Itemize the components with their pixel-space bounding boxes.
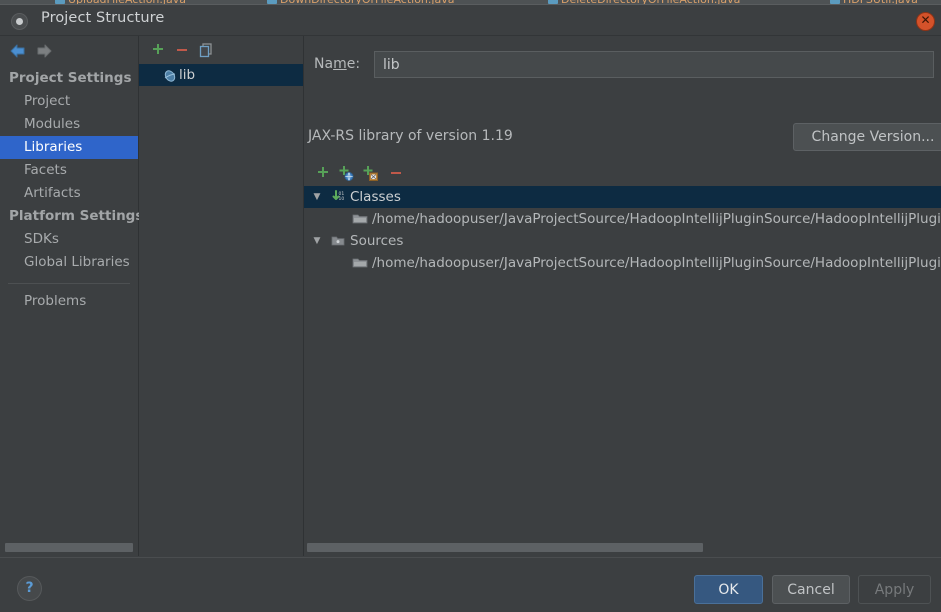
library-item-label: lib bbox=[179, 67, 196, 83]
svg-text:10: 10 bbox=[339, 196, 345, 202]
library-description: JAX-RS library of version 1.19 bbox=[308, 128, 513, 144]
tree-row[interactable]: /home/hadoopuser/JavaProjectSource/Hadoo… bbox=[304, 208, 941, 230]
settings-sidebar: Project Settings Project Modules Librari… bbox=[0, 36, 144, 556]
jar-folder-icon bbox=[352, 211, 368, 227]
ok-button[interactable]: OK bbox=[694, 575, 763, 604]
library-list: lib bbox=[139, 64, 303, 86]
tree-row[interactable]: ▼ Sources bbox=[304, 230, 941, 252]
sidebar-divider bbox=[8, 283, 130, 284]
sidebar-item-sdks[interactable]: SDKs bbox=[0, 228, 138, 251]
sidebar-item-global-libraries[interactable]: Global Libraries bbox=[0, 251, 138, 274]
dialog-titlebar: Project Structure ✕ bbox=[0, 5, 941, 36]
name-label-suffix: e: bbox=[346, 56, 361, 72]
cancel-button[interactable]: Cancel bbox=[772, 575, 850, 604]
tree-row[interactable]: ▼ 01 10 Classes bbox=[304, 186, 941, 208]
sidebar-item-project[interactable]: Project bbox=[0, 90, 138, 113]
sidebar-hscrollbar[interactable] bbox=[0, 540, 137, 554]
tree-row[interactable]: /home/hadoopuser/JavaProjectSource/Hadoo… bbox=[304, 252, 941, 274]
chevron-down-icon[interactable]: ▼ bbox=[310, 186, 324, 208]
add-icon[interactable] bbox=[149, 41, 167, 59]
close-icon[interactable]: ✕ bbox=[916, 12, 935, 31]
sidebar-item-facets[interactable]: Facets bbox=[0, 159, 138, 182]
help-glyph: ? bbox=[25, 580, 34, 596]
name-label: Name: bbox=[314, 56, 360, 72]
tree-hscrollbar-thumb[interactable] bbox=[307, 543, 703, 552]
sidebar-item-problems[interactable]: Problems bbox=[0, 290, 138, 313]
tree-group-label: Classes bbox=[350, 189, 401, 205]
remove-icon[interactable] bbox=[173, 41, 191, 59]
sidebar-group-project-settings: Project Settings bbox=[9, 70, 132, 86]
name-label-mnemonic: m bbox=[333, 56, 347, 72]
list-item[interactable]: lib bbox=[139, 64, 303, 86]
sidebar-group-platform-settings: Platform Settings bbox=[9, 208, 144, 224]
library-icon bbox=[163, 68, 177, 82]
dialog-body: Project Settings Project Modules Librari… bbox=[0, 36, 941, 556]
apply-button: Apply bbox=[858, 575, 931, 604]
tree-hscrollbar[interactable] bbox=[304, 540, 941, 554]
sidebar-item-list: Project Settings Project Modules Librari… bbox=[0, 67, 144, 313]
library-list-toolbar bbox=[139, 36, 303, 64]
name-input[interactable] bbox=[374, 51, 934, 78]
add-globe-icon[interactable] bbox=[337, 164, 355, 182]
classes-icon: 01 10 bbox=[330, 189, 346, 205]
chevron-down-icon[interactable]: ▼ bbox=[310, 230, 324, 252]
sources-folder-icon bbox=[330, 233, 346, 249]
library-list-panel: lib bbox=[139, 36, 304, 556]
project-structure-dialog: Project Structure ✕ Project Settings Pro… bbox=[0, 4, 941, 612]
sidebar-item-artifacts[interactable]: Artifacts bbox=[0, 182, 138, 205]
window-dot-icon bbox=[11, 13, 28, 30]
close-glyph: ✕ bbox=[920, 13, 931, 27]
name-label-prefix: Na bbox=[314, 56, 334, 72]
remove-icon[interactable] bbox=[387, 164, 405, 182]
tree-path-label: /home/hadoopuser/JavaProjectSource/Hadoo… bbox=[372, 211, 941, 227]
tree-group-label: Sources bbox=[350, 233, 404, 249]
change-version-button[interactable]: Change Version... bbox=[793, 123, 941, 151]
add-icon[interactable] bbox=[314, 164, 332, 182]
library-roots-tree: ▼ 01 10 Classes /home/hadoopuser/JavaPro… bbox=[304, 186, 941, 540]
sidebar-item-libraries[interactable]: Libraries bbox=[0, 136, 138, 159]
jar-folder-icon bbox=[352, 255, 368, 271]
arrow-right-icon[interactable] bbox=[32, 43, 54, 59]
tree-path-label: /home/hadoopuser/JavaProjectSource/Hadoo… bbox=[372, 255, 941, 271]
library-editor-panel: Name: JAX-RS library of version 1.19 Cha… bbox=[304, 36, 941, 556]
arrow-left-icon[interactable] bbox=[8, 43, 30, 59]
sidebar-hscrollbar-thumb[interactable] bbox=[5, 543, 133, 552]
dialog-title: Project Structure bbox=[41, 10, 165, 26]
help-icon[interactable]: ? bbox=[17, 576, 42, 601]
library-roots-toolbar bbox=[304, 162, 941, 184]
add-jar-icon[interactable] bbox=[361, 164, 379, 182]
sidebar-item-modules[interactable]: Modules bbox=[0, 113, 138, 136]
copy-icon[interactable] bbox=[197, 41, 215, 59]
sidebar-nav-arrows bbox=[0, 36, 138, 64]
